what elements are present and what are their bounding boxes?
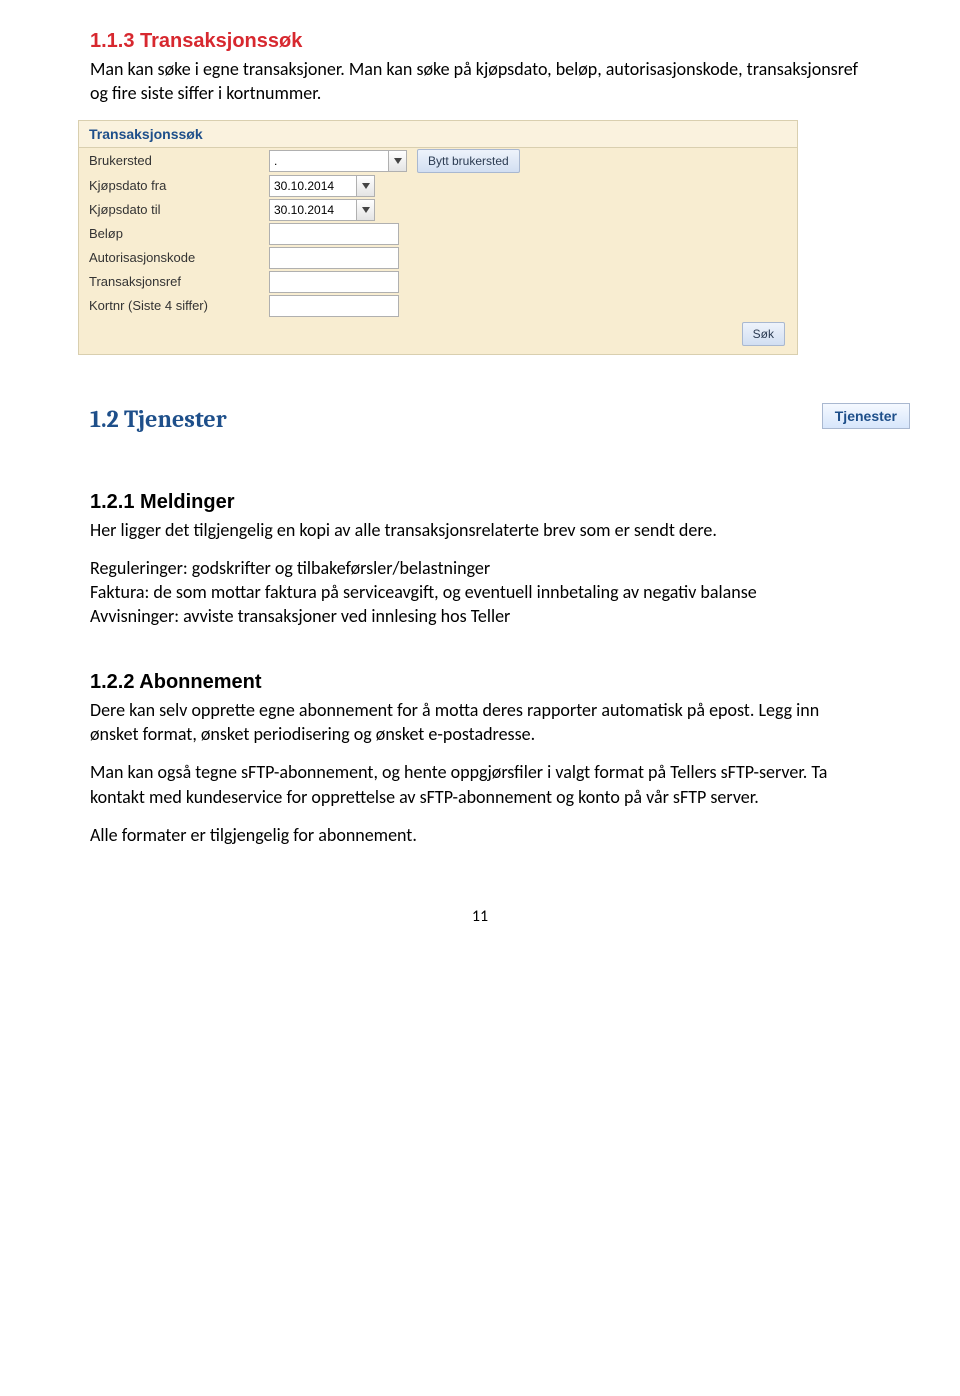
search-input[interactable] bbox=[269, 223, 399, 245]
search-panel-title: Transaksjonssøk bbox=[79, 121, 797, 148]
search-row: Brukersted Bytt brukersted bbox=[79, 148, 797, 174]
text-1-2-2-p1: Dere kan selv opprette egne abonnement f… bbox=[90, 698, 870, 747]
tjenester-row: 1.2 Tjenester Tjenester bbox=[90, 405, 870, 441]
search-row-label: Beløp bbox=[89, 226, 269, 241]
search-input[interactable] bbox=[269, 150, 389, 172]
tjenester-tab[interactable]: Tjenester bbox=[822, 403, 910, 429]
search-row-label: Kjøpsdato til bbox=[89, 202, 269, 217]
page-number: 11 bbox=[90, 907, 870, 926]
search-row: Transaksjonsref bbox=[79, 270, 797, 294]
search-input[interactable] bbox=[269, 295, 399, 317]
text-1-2-2-p3: Alle formater er tilgjengelig for abonne… bbox=[90, 823, 870, 847]
search-row-field bbox=[269, 199, 375, 221]
text-1-2-1-p2: Reguleringer: godskrifter og tilbakeførs… bbox=[90, 556, 870, 580]
search-row-label: Autorisasjonskode bbox=[89, 250, 269, 265]
search-panel: Transaksjonssøk Brukersted Bytt brukerste… bbox=[78, 120, 798, 355]
text-1-2-1-p3: Faktura: de som mottar faktura på servic… bbox=[90, 580, 870, 604]
heading-1-2-1: 1.2.1 Meldinger bbox=[90, 491, 870, 514]
text-1-2-1-p4: Avvisninger: avviste transaksjoner ved i… bbox=[90, 604, 870, 628]
heading-1-2-2: 1.2.2 Abonnement bbox=[90, 671, 870, 694]
chevron-down-icon[interactable] bbox=[389, 150, 407, 172]
search-row-field bbox=[269, 175, 375, 197]
search-row-field bbox=[269, 223, 399, 245]
search-row: Kjøpsdato til bbox=[79, 198, 797, 222]
search-input[interactable] bbox=[269, 175, 357, 197]
text-1-2-1-p1: Her ligger det tilgjengelig en kopi av a… bbox=[90, 518, 870, 542]
search-row-field bbox=[269, 150, 407, 172]
search-row: Beløp bbox=[79, 222, 797, 246]
search-input[interactable] bbox=[269, 271, 399, 293]
search-row: Autorisasjonskode bbox=[79, 246, 797, 270]
text-1-1-3: Man kan søke i egne transaksjoner. Man k… bbox=[90, 57, 870, 106]
search-row-field bbox=[269, 247, 399, 269]
search-row-label: Kortnr (Siste 4 siffer) bbox=[89, 298, 269, 313]
text-1-2-2-p2: Man kan også tegne sFTP-abonnement, og h… bbox=[90, 760, 870, 809]
search-row: Kjøpsdato fra bbox=[79, 174, 797, 198]
search-input[interactable] bbox=[269, 247, 399, 269]
search-input[interactable] bbox=[269, 199, 357, 221]
search-row-label: Transaksjonsref bbox=[89, 274, 269, 289]
search-row-field bbox=[269, 295, 399, 317]
chevron-down-icon[interactable] bbox=[357, 199, 375, 221]
search-row-label: Brukersted bbox=[89, 153, 269, 168]
heading-1-2: 1.2 Tjenester bbox=[90, 405, 227, 433]
chevron-down-icon[interactable] bbox=[357, 175, 375, 197]
heading-1-1-3: 1.1.3 Transaksjonssøk bbox=[90, 30, 870, 53]
search-row: Kortnr (Siste 4 siffer) bbox=[79, 294, 797, 318]
search-row-label: Kjøpsdato fra bbox=[89, 178, 269, 193]
bytt-brukersted-button[interactable]: Bytt brukersted bbox=[417, 149, 520, 173]
search-panel-footer: Søk bbox=[79, 318, 797, 346]
sok-button[interactable]: Søk bbox=[742, 322, 785, 346]
search-row-field bbox=[269, 271, 399, 293]
